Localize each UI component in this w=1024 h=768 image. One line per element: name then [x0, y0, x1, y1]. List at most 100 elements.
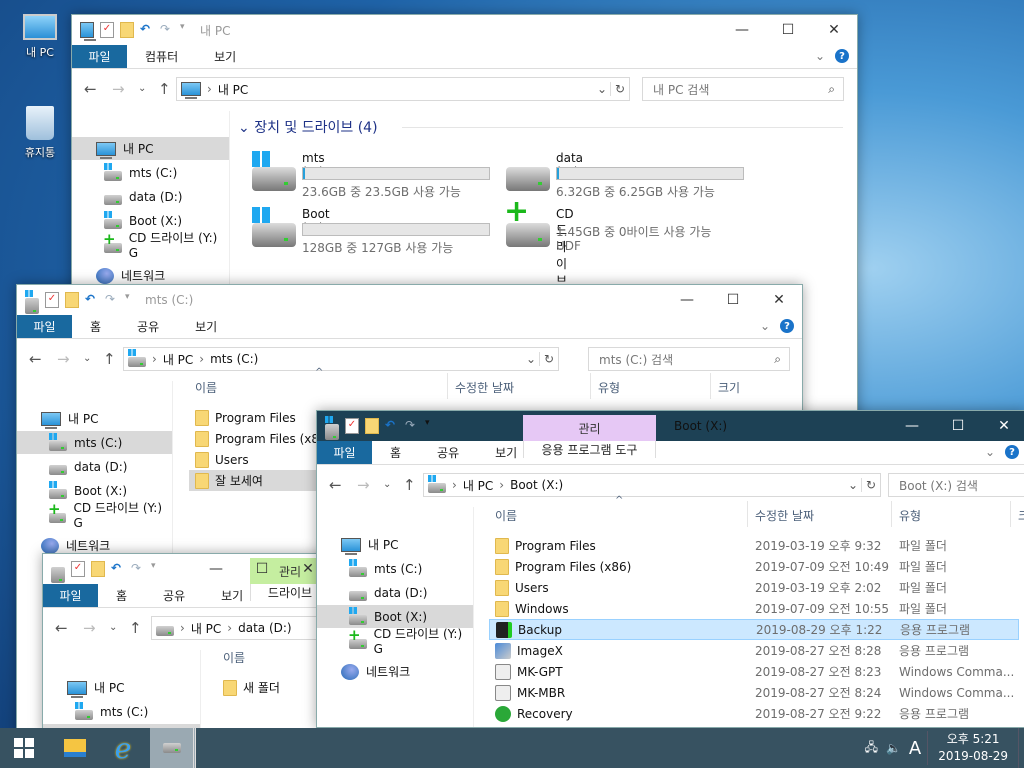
nav-item[interactable]: CD 드라이브 (Y:) G: [17, 500, 172, 531]
expand-ribbon-button[interactable]: ⌄: [760, 319, 770, 333]
context-tab-manage[interactable]: 관리: [523, 415, 656, 441]
minimize-button[interactable]: —: [719, 15, 765, 45]
search-input[interactable]: mts (C:) 검색 ⌕: [588, 347, 790, 371]
file-row[interactable]: Users 2019-03-19 오후 2:02 파일 폴더: [489, 577, 1019, 598]
nav-item[interactable]: mts (C:): [317, 557, 473, 580]
column-header[interactable]: 유형: [899, 507, 921, 524]
up-button[interactable]: ↑: [129, 619, 142, 637]
tab-0[interactable]: 파일: [317, 441, 372, 464]
nav-item[interactable]: 네트워크: [317, 660, 473, 683]
breadcrumb-item[interactable]: 내 PC: [463, 477, 493, 494]
tab-0[interactable]: 파일: [17, 315, 72, 338]
minimize-button[interactable]: —: [889, 411, 935, 441]
tab-2[interactable]: 공유: [145, 584, 203, 607]
file-row[interactable]: 새 폴더: [217, 677, 323, 698]
recent-dropdown[interactable]: ⌄: [109, 622, 117, 633]
nav-item[interactable]: data (D:): [317, 581, 473, 604]
recent-dropdown[interactable]: ⌄: [138, 83, 146, 94]
nav-item[interactable]: CD 드라이브 (Y:) G: [72, 230, 229, 261]
nav-item[interactable]: 내 PC: [43, 676, 200, 699]
up-button[interactable]: ↑: [403, 476, 416, 494]
redo-icon[interactable]: ↷: [131, 561, 145, 577]
column-header[interactable]: 이름: [223, 649, 245, 666]
help-icon[interactable]: ?: [835, 49, 849, 63]
nav-item[interactable]: data (D:): [72, 185, 229, 208]
tab-2[interactable]: 보기: [196, 45, 254, 68]
file-row[interactable]: Windows 2019-07-09 오전 10:55 파일 폴더: [489, 598, 1019, 619]
forward-button[interactable]: →: [83, 619, 96, 637]
address-bar[interactable]: › 내 PC › data (D:): [151, 616, 331, 640]
tab-2[interactable]: 공유: [119, 315, 177, 338]
address-bar[interactable]: › 내 PC › Boot (X:) ⌄ ↻: [423, 473, 881, 497]
redo-icon[interactable]: ↷: [405, 418, 419, 434]
ime-indicator[interactable]: A: [909, 738, 921, 759]
column-header[interactable]: 이름: [495, 507, 517, 524]
refresh-button[interactable]: ↻: [538, 352, 554, 366]
maximize-button[interactable]: ☐: [239, 554, 285, 584]
back-button[interactable]: ←: [55, 619, 68, 637]
tab-1[interactable]: 홈: [372, 441, 419, 464]
customize-dropdown-icon[interactable]: ▾: [151, 561, 159, 577]
customize-dropdown-icon[interactable]: ▾: [180, 22, 188, 38]
search-input[interactable]: Boot (X:) 검색⌕: [888, 473, 1024, 497]
recent-dropdown[interactable]: ⌄: [83, 353, 91, 364]
breadcrumb-item[interactable]: mts (C:): [210, 352, 258, 366]
file-row[interactable]: Backup 2019-08-29 오후 1:22 응용 프로그램: [489, 619, 1019, 640]
file-row[interactable]: Program Files (x86) 2019-07-09 오전 10:49 파…: [489, 556, 1019, 577]
help-icon[interactable]: ?: [1005, 445, 1019, 459]
address-dropdown[interactable]: ⌄: [848, 478, 858, 492]
nav-item[interactable]: mts (C:): [43, 700, 200, 723]
file-row[interactable]: MK-GPT 2019-08-27 오전 8:23 Windows Comma..…: [489, 661, 1019, 682]
forward-button[interactable]: →: [112, 80, 125, 98]
tab-context-tools[interactable]: 응용 프로그램 도구: [523, 441, 656, 458]
file-row[interactable]: MK-MBR 2019-08-27 오전 8:24 Windows Comma..…: [489, 682, 1019, 703]
tab-1[interactable]: 컴퓨터: [127, 45, 196, 68]
expand-ribbon-button[interactable]: ⌄: [815, 49, 825, 63]
back-button[interactable]: ←: [329, 476, 342, 494]
redo-icon[interactable]: ↷: [160, 22, 174, 38]
nav-item[interactable]: CD 드라이브 (Y:) G: [317, 626, 473, 657]
network-icon[interactable]: 🖧: [865, 738, 878, 759]
address-dropdown[interactable]: ⌄: [526, 352, 536, 366]
maximize-button[interactable]: ☐: [765, 15, 811, 45]
redo-icon[interactable]: ↷: [105, 292, 119, 308]
properties-icon[interactable]: ✓: [71, 561, 85, 577]
start-button[interactable]: [0, 728, 48, 768]
search-input[interactable]: 내 PC 검색 ⌕: [642, 77, 844, 101]
tab-0[interactable]: 파일: [43, 584, 98, 607]
refresh-button[interactable]: ↻: [860, 478, 876, 492]
nav-item[interactable]: data (D:): [17, 455, 172, 478]
minimize-button[interactable]: —: [193, 554, 239, 584]
customize-dropdown-icon[interactable]: ▾: [425, 418, 433, 434]
tab-3[interactable]: 보기: [177, 315, 235, 338]
drive-window-taskbar-button[interactable]: [150, 728, 196, 768]
nav-item[interactable]: 내 PC: [317, 533, 473, 556]
undo-icon[interactable]: ↶: [111, 561, 125, 577]
nav-item[interactable]: 내 PC: [17, 407, 172, 430]
up-button[interactable]: ↑: [103, 350, 116, 368]
recent-dropdown[interactable]: ⌄: [383, 479, 391, 490]
address-bar[interactable]: › 내 PC › mts (C:) ⌄ ↻: [123, 347, 559, 371]
undo-icon[interactable]: ↶: [85, 292, 99, 308]
properties-icon[interactable]: ✓: [100, 22, 114, 38]
properties-icon[interactable]: ✓: [345, 418, 359, 434]
file-row[interactable]: ImageX 2019-08-27 오전 8:28 응용 프로그램: [489, 640, 1019, 661]
forward-button[interactable]: →: [357, 476, 370, 494]
new-folder-icon[interactable]: [365, 418, 379, 434]
volume-icon[interactable]: 🔈: [886, 741, 901, 755]
column-header[interactable]: 수정한 날짜: [755, 507, 814, 524]
breadcrumb-item[interactable]: 내 PC: [218, 81, 248, 98]
address-bar[interactable]: › 내 PC ⌄ ↻: [176, 77, 630, 101]
column-header[interactable]: 크: [1018, 507, 1024, 524]
minimize-button[interactable]: —: [664, 285, 710, 315]
back-button[interactable]: ←: [29, 350, 42, 368]
close-button[interactable]: ✕: [981, 411, 1024, 441]
internet-explorer-taskbar-button[interactable]: e: [100, 728, 146, 768]
clock[interactable]: 오후 5:21 2019-08-29: [927, 731, 1018, 765]
customize-dropdown-icon[interactable]: ▾: [125, 292, 133, 308]
column-header[interactable]: 유형: [598, 379, 620, 396]
column-header[interactable]: 이름: [195, 379, 217, 396]
tab-1[interactable]: 홈: [72, 315, 119, 338]
maximize-button[interactable]: ☐: [935, 411, 981, 441]
forward-button[interactable]: →: [57, 350, 70, 368]
